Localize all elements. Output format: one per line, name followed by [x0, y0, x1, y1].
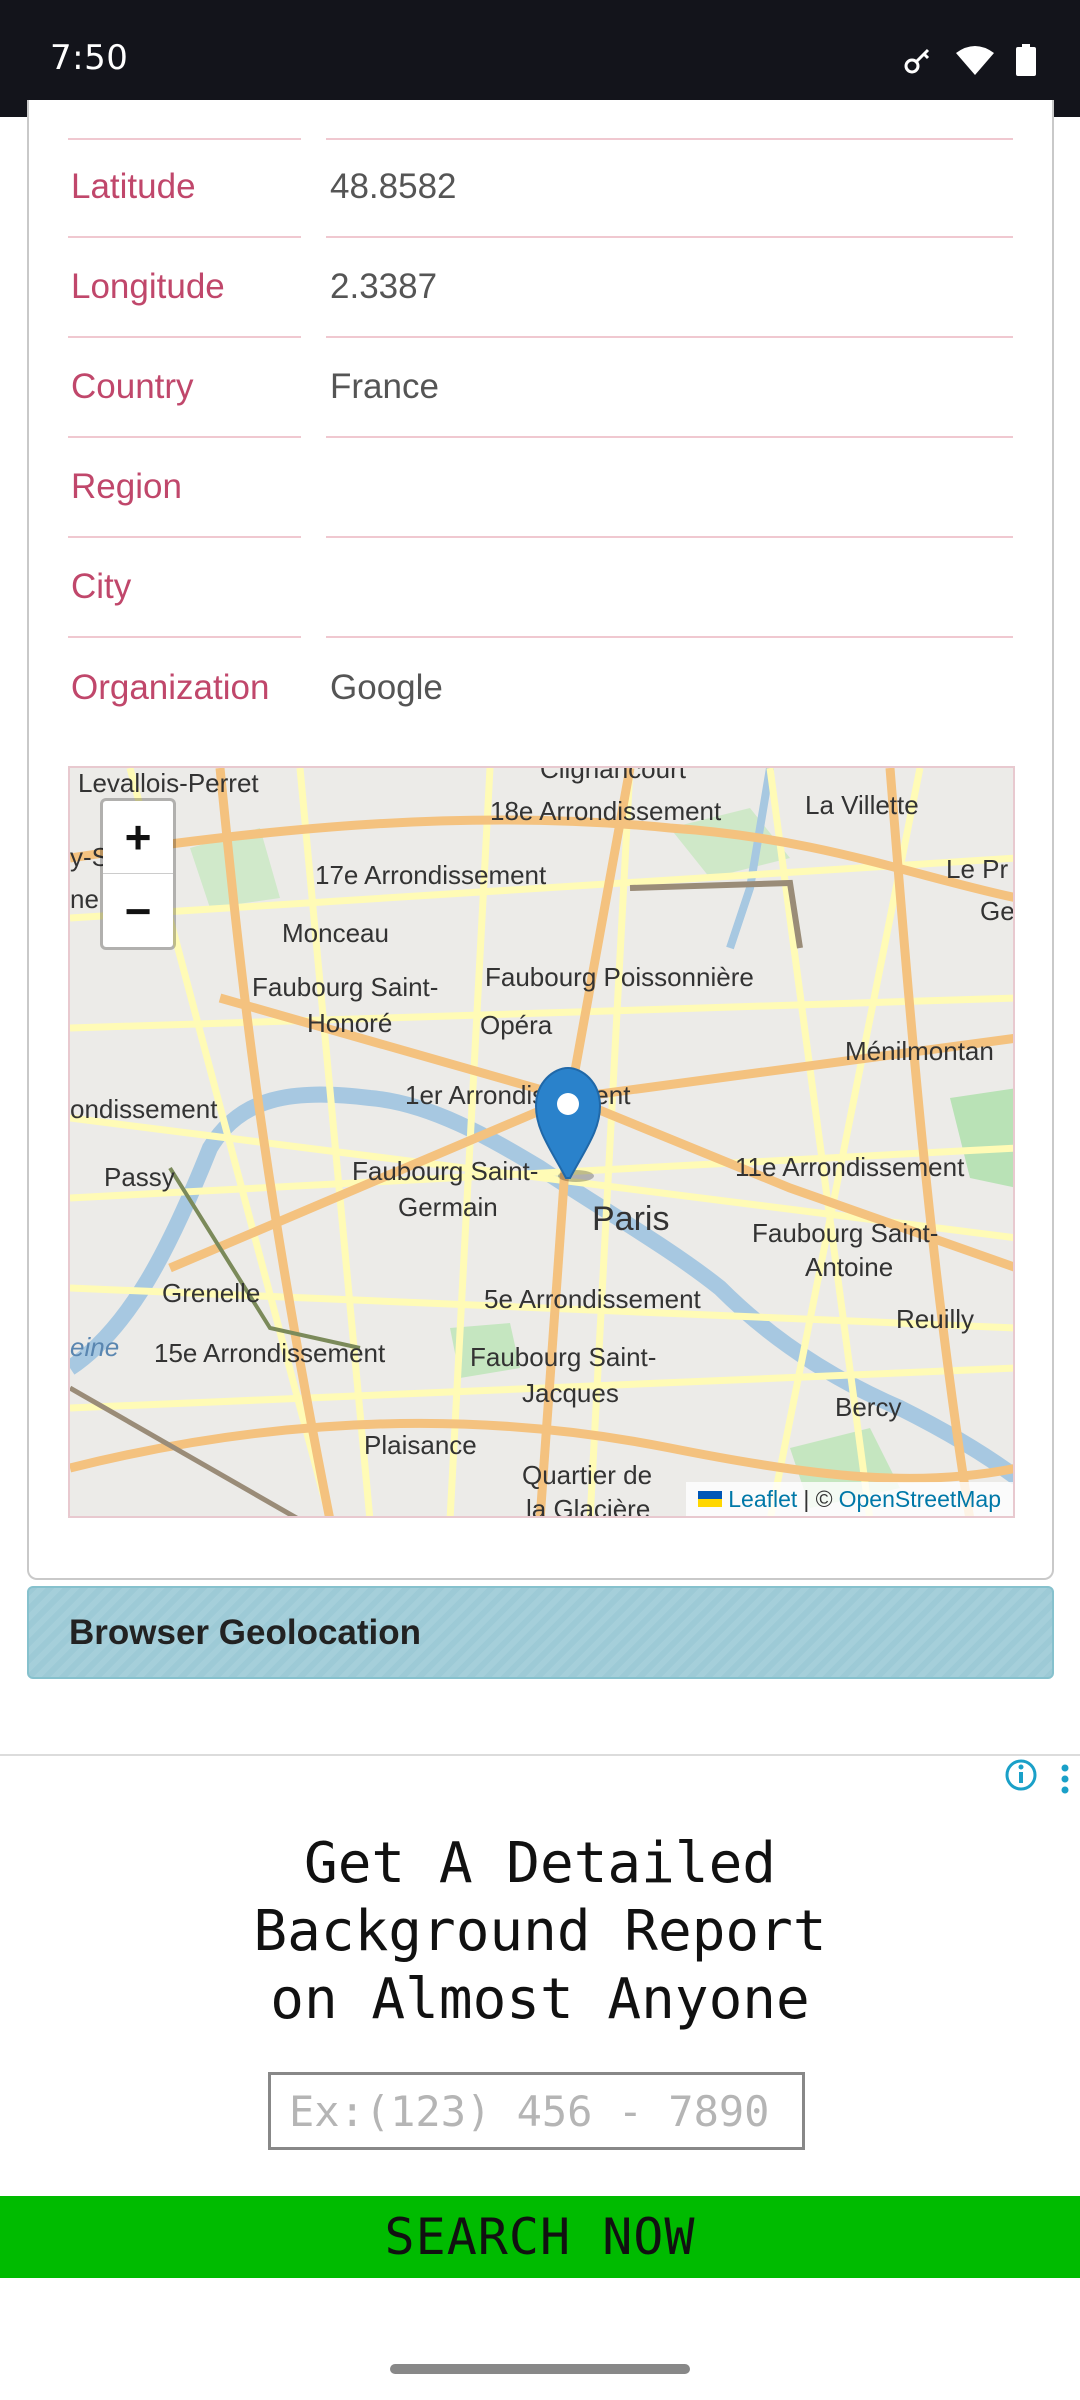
zoom-in-button[interactable]: + — [103, 801, 173, 874]
location-map[interactable]: Levallois-Perret Clignancourt 18e Arrond… — [68, 766, 1015, 1518]
table-row-organization: Organization Google — [68, 638, 1013, 738]
map-label: 5e Arrondissement — [484, 1284, 702, 1314]
map-label: Faubourg Saint- — [470, 1342, 656, 1372]
map-label: Le Pr — [946, 854, 1008, 884]
home-indicator[interactable] — [390, 2364, 690, 2374]
row-label: Country — [68, 338, 301, 438]
ad-menu-icon[interactable] — [1060, 1764, 1070, 1794]
map-label: Antoine — [805, 1252, 893, 1282]
battery-icon — [1016, 44, 1036, 81]
map-tiles[interactable]: Levallois-Perret Clignancourt 18e Arrond… — [70, 768, 1015, 1518]
ad-headline-line: Background Report — [253, 1899, 827, 1964]
leaflet-link[interactable]: Leaflet — [728, 1486, 797, 1513]
zoom-out-button[interactable]: − — [103, 874, 173, 947]
map-label: eine — [70, 1332, 119, 1362]
row-value: 48.8582 — [326, 138, 1013, 238]
wifi-icon — [956, 45, 994, 80]
row-label: City — [68, 538, 301, 638]
map-label: Faubourg Saint- — [352, 1156, 538, 1186]
map-label: 15e Arrondissement — [154, 1338, 386, 1368]
table-row-city: City — [68, 538, 1013, 638]
ukraine-flag-icon — [698, 1491, 723, 1507]
ad-headline-line: Get A Detailed — [303, 1831, 776, 1896]
browser-geolocation-header[interactable]: Browser Geolocation — [27, 1586, 1054, 1679]
row-value: France — [326, 338, 1013, 438]
map-label: Plaisance — [364, 1430, 477, 1460]
table-row-country: Country France — [68, 338, 1013, 438]
map-label: Germain — [398, 1192, 498, 1222]
row-value — [326, 538, 1013, 638]
map-label: 18e Arrondissement — [490, 796, 722, 826]
map-label: Levallois-Perret — [78, 768, 259, 798]
map-label: Reuilly — [896, 1304, 974, 1334]
ad-headline-line: on Almost Anyone — [270, 1967, 810, 2032]
section-title: Browser Geolocation — [69, 1612, 422, 1652]
map-label: Ge — [980, 896, 1015, 926]
phone-search-input[interactable]: Ex:(123) 456 - 7890 — [268, 2072, 805, 2150]
location-table: Latitude 48.8582 Longitude 2.3387 Countr… — [68, 138, 1013, 738]
status-time: 7:50 — [50, 38, 129, 78]
row-value — [326, 438, 1013, 538]
map-label: Ménilmontan — [845, 1036, 994, 1066]
table-row-region: Region — [68, 438, 1013, 538]
map-label: Faubourg Saint- — [752, 1218, 938, 1248]
map-label: Jacques — [522, 1378, 619, 1408]
map-label: Clignancourt — [540, 768, 687, 784]
search-now-button[interactable]: SEARCH NOW — [0, 2196, 1080, 2278]
attribution-separator: | © — [803, 1485, 833, 1512]
map-label: 11e Arrondissement — [735, 1152, 965, 1182]
map-label: Passy — [104, 1162, 175, 1192]
row-label: Region — [68, 438, 301, 538]
ad-info-icon[interactable] — [1004, 1758, 1038, 1792]
openstreetmap-link[interactable]: OpenStreetMap — [839, 1486, 1001, 1513]
zoom-control: + − — [100, 798, 176, 950]
row-value: Google — [330, 668, 443, 707]
row-value: 2.3387 — [326, 238, 1013, 338]
map-label: Faubourg Poissonnière — [485, 962, 754, 992]
advertisement[interactable]: Get A Detailed Background Report on Almo… — [0, 1754, 1080, 2400]
map-label: ondissement — [70, 1094, 218, 1124]
map-label: Monceau — [282, 918, 389, 948]
map-label: La Villette — [805, 790, 919, 820]
row-label: Organization — [71, 668, 270, 707]
map-attribution: Leaflet | © OpenStreetMap — [686, 1482, 1013, 1516]
table-row-latitude: Latitude 48.8582 — [68, 138, 1013, 238]
map-label: Quartier de — [522, 1460, 652, 1490]
map-label: ne — [70, 884, 99, 914]
map-label: 17e Arrondissement — [315, 860, 547, 890]
map-label: Honoré — [307, 1008, 392, 1038]
row-label: Longitude — [68, 238, 301, 338]
map-label: Opéra — [480, 1010, 553, 1040]
map-label: la Glacière — [526, 1494, 650, 1518]
ad-headline: Get A Detailed Background Report on Almo… — [0, 1830, 1080, 2034]
key-icon — [902, 44, 934, 81]
map-label: Faubourg Saint- — [252, 972, 438, 1002]
row-label: Latitude — [68, 138, 301, 238]
map-label: Bercy — [835, 1392, 901, 1422]
status-icons — [902, 44, 1036, 81]
table-row-longitude: Longitude 2.3387 — [68, 238, 1013, 338]
map-label: Paris — [592, 1200, 669, 1238]
map-label: Grenelle — [162, 1278, 260, 1308]
